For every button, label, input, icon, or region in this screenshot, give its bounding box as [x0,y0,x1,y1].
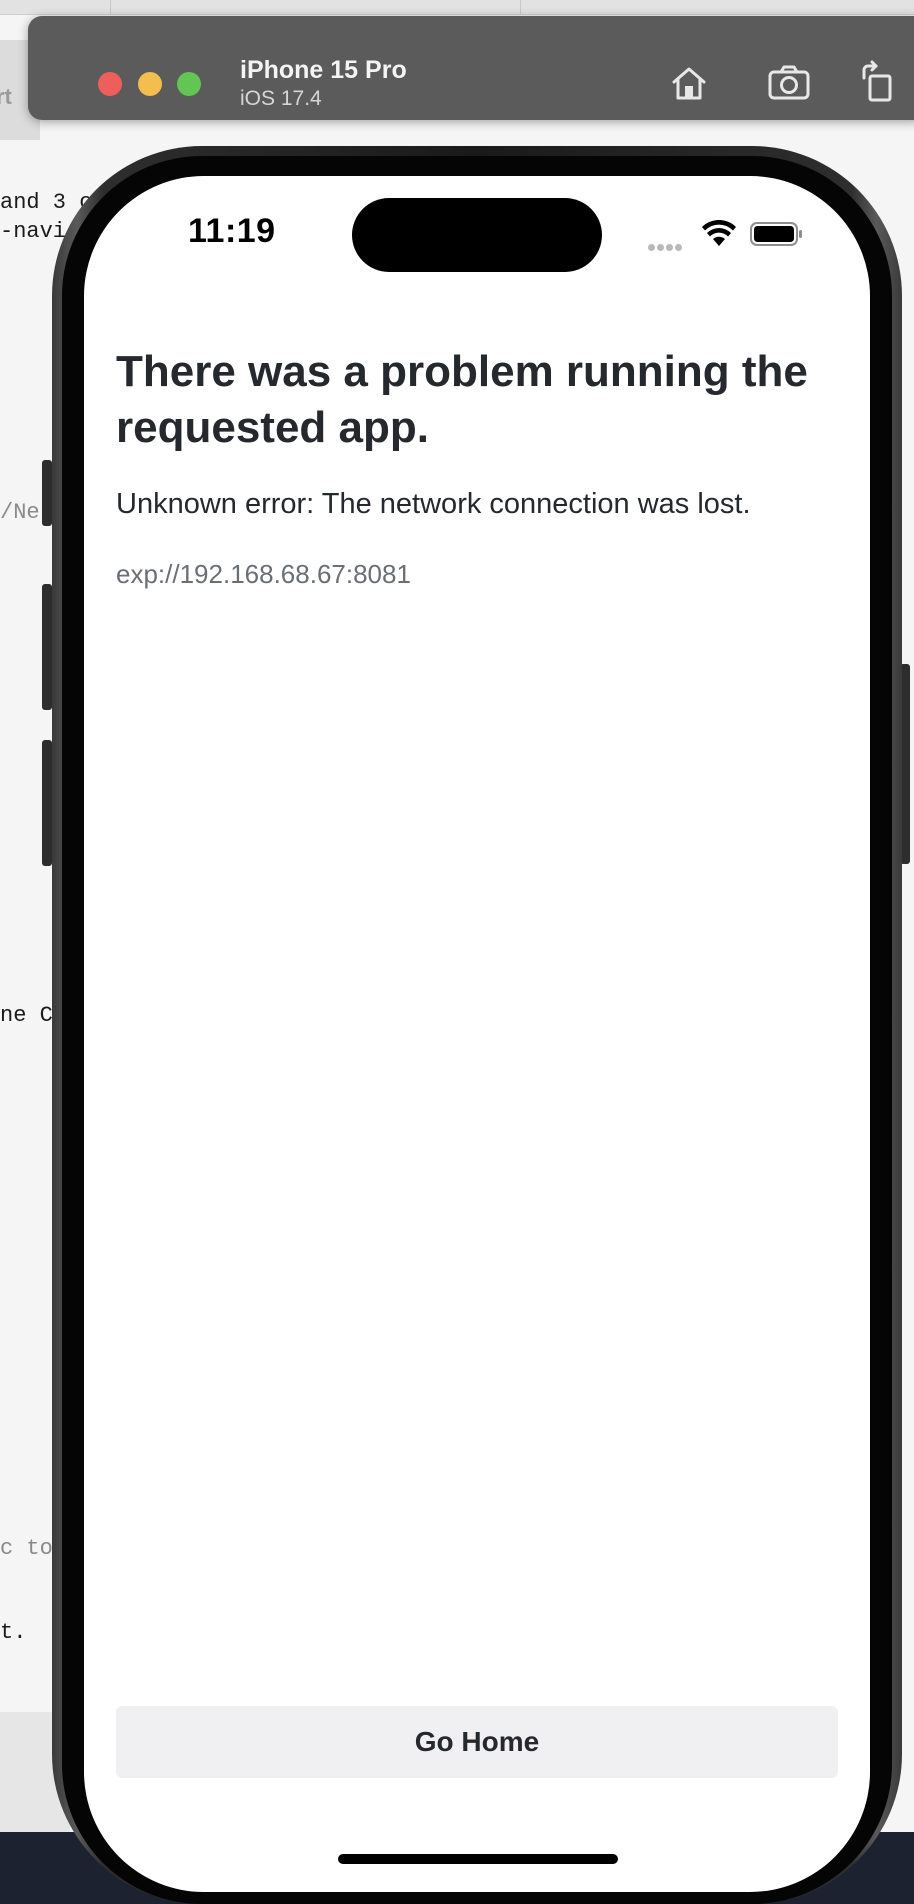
home-indicator[interactable] [338,1854,618,1864]
code-line: t. [0,1620,27,1645]
camera-icon[interactable] [766,60,812,106]
rotate-icon[interactable] [856,60,902,106]
action-button [42,460,52,526]
battery-icon [750,220,804,248]
close-window-button[interactable] [98,72,122,96]
home-icon[interactable] [666,60,712,106]
device-screen: 11:19 There was a problem running the re… [84,176,870,1892]
code-line: -navi [0,219,67,244]
volume-down-button [42,740,52,866]
code-line: /Ne [0,500,40,525]
code-line: c to [0,1536,53,1561]
background-toolbar-label: rt [0,84,12,109]
tab-separator [520,0,521,14]
go-home-button[interactable]: Go Home [116,1706,838,1778]
error-message: Unknown error: The network connection wa… [116,488,751,520]
app-url: exp://192.168.68.67:8081 [116,559,411,589]
tab-separator [110,0,111,14]
cellular-signal-icon [648,238,688,251]
dynamic-island [352,198,602,272]
volume-up-button [42,584,52,710]
os-version: iOS 17.4 [240,87,322,110]
device-name: iPhone 15 Pro [240,56,407,84]
error-title: There was a problem running the requeste… [116,347,808,452]
simulator-titlebar[interactable]: iPhone 15 Pro iOS 17.4 [28,16,914,120]
minimize-window-button[interactable] [138,72,162,96]
wifi-icon [702,219,736,248]
background-tab-strip [0,0,914,15]
zoom-window-button[interactable] [177,72,201,96]
status-time: 11:19 [188,212,276,250]
